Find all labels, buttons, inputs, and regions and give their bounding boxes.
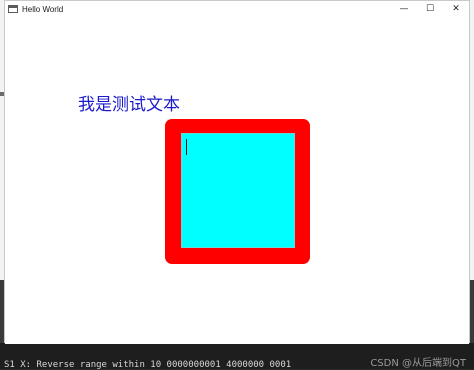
watermark-text: CSDN @从后端到QT bbox=[370, 358, 466, 369]
window-controls: — ☐ ✕ bbox=[391, 1, 469, 17]
red-rounded-frame bbox=[165, 119, 310, 264]
minimize-button[interactable]: — bbox=[391, 1, 417, 17]
window-titlebar[interactable]: Hello World — ☐ ✕ bbox=[5, 1, 469, 17]
app-window: Hello World — ☐ ✕ 我是测试文本 bbox=[4, 0, 470, 344]
text-edit-area[interactable] bbox=[181, 133, 295, 248]
test-text-label: 我是测试文本 bbox=[78, 95, 180, 115]
window-title: Hello World bbox=[22, 4, 64, 14]
text-caret bbox=[186, 139, 187, 155]
app-window-icon bbox=[8, 5, 18, 13]
window-client-area: 我是测试文本 bbox=[5, 17, 469, 344]
maximize-button[interactable]: ☐ bbox=[417, 1, 443, 17]
close-button[interactable]: ✕ bbox=[443, 1, 469, 17]
